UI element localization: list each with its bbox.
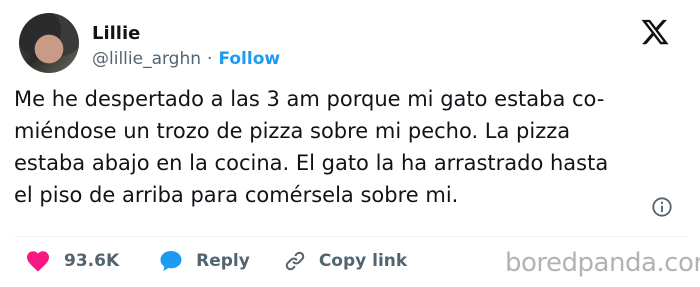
link-icon	[285, 251, 305, 271]
tweet-text: Me he despertado a las 3 am porque mi ga…	[14, 83, 694, 211]
action-bar: 93.6K Reply Copy link	[26, 249, 407, 273]
reply-button[interactable]: Reply	[159, 250, 250, 272]
separator-dot: ·	[207, 49, 213, 69]
like-count: 93.6K	[64, 251, 120, 271]
like-button[interactable]: 93.6K	[26, 250, 119, 272]
copy-link-button[interactable]: Copy link	[284, 250, 407, 272]
author-meta: @lillie_arghn · Follow	[92, 49, 280, 69]
author-handle[interactable]: @lillie_arghn	[92, 49, 201, 69]
tweet-line: Me he despertado a las 3 am porque mi ga…	[14, 87, 605, 111]
divider	[14, 236, 686, 237]
x-logo-icon[interactable]	[640, 17, 670, 47]
info-icon[interactable]	[651, 196, 673, 218]
tweet-line: estaba abajo en la cocina. El gato la ha…	[14, 151, 609, 175]
follow-button[interactable]: Follow	[218, 49, 280, 69]
watermark: boredpanda.com	[505, 248, 700, 278]
heart-icon	[27, 251, 49, 272]
speech-bubble-icon	[160, 251, 182, 271]
tweet-line: miéndose un trozo de pizza sobre mi pech…	[14, 119, 571, 143]
reply-label: Reply	[196, 251, 250, 271]
tweet-line: el piso de arriba para comérsela sobre m…	[14, 183, 459, 207]
avatar[interactable]	[19, 13, 79, 73]
copy-link-label: Copy link	[318, 251, 408, 271]
author-name[interactable]: Lillie	[92, 23, 140, 44]
